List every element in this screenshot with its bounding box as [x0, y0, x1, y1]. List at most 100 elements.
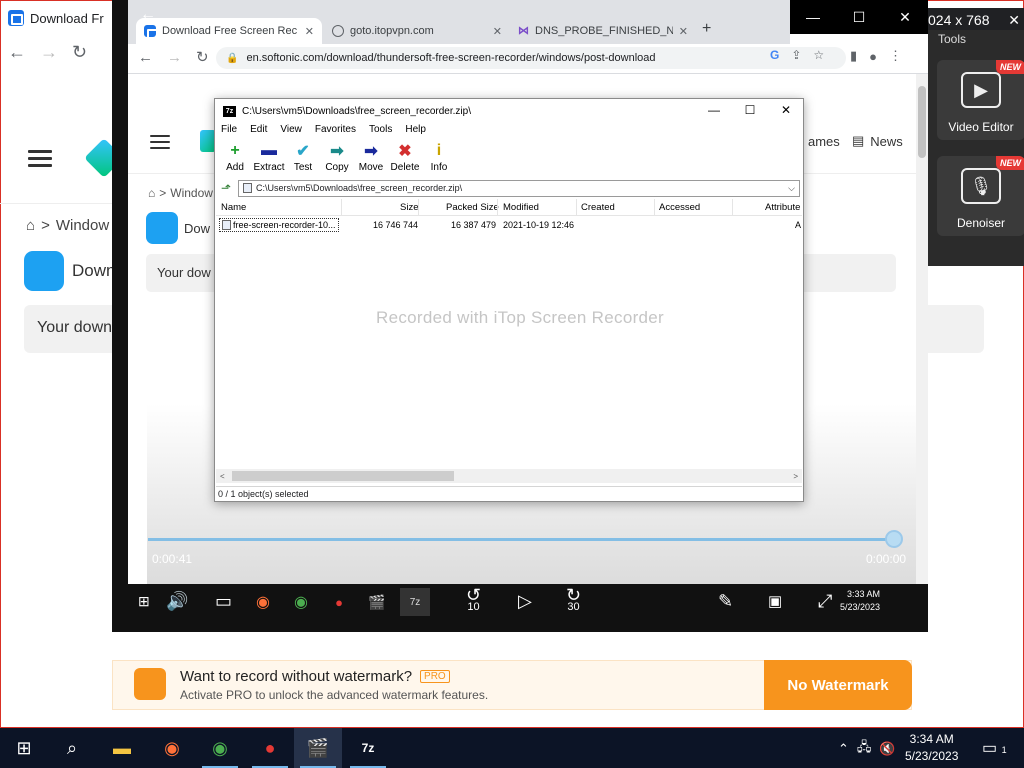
maximize-icon[interactable]: ☐	[836, 0, 882, 34]
minimize-icon[interactable]: —	[696, 99, 732, 121]
chrome-tab-itopvpn[interactable]: goto.itopvpn.com ✕	[324, 18, 510, 44]
chevron-down-icon[interactable]: ⌵	[788, 183, 795, 194]
background-hamburger-icon[interactable]	[28, 150, 52, 168]
player-back-arrow-icon[interactable]: ←	[140, 6, 156, 24]
promo-watermark-icon	[134, 668, 166, 700]
toolbar-copy-button[interactable]: ➡ Copy	[320, 140, 354, 173]
url-text: en.softonic.com/download/thundersoft-fre…	[246, 52, 656, 64]
tab-close-icon[interactable]: ✕	[305, 25, 314, 38]
col-name[interactable]: Name	[221, 202, 246, 213]
new-tab-button[interactable]: +	[702, 20, 711, 38]
fullscreen-icon[interactable]: ⤢	[818, 586, 832, 616]
volume-icon[interactable]: 🔊	[166, 586, 188, 616]
col-size[interactable]: Size	[400, 202, 418, 213]
menu-help[interactable]: Help	[405, 124, 426, 135]
seek-handle[interactable]	[885, 530, 903, 548]
minimize-icon[interactable]: —	[790, 0, 836, 34]
kebab-menu-icon[interactable]: ⋮	[889, 48, 902, 64]
taskbar-clock[interactable]: 3:34 AM 5/23/2023	[905, 731, 958, 765]
background-breadcrumb: ⌂ > Window	[26, 217, 110, 234]
no-watermark-button[interactable]: No Watermark	[764, 660, 912, 710]
reload-icon[interactable]: ↻	[196, 48, 209, 66]
profile-icon[interactable]: ●	[869, 49, 877, 64]
bookmark-star-icon[interactable]: ☆	[813, 48, 824, 62]
col-modified[interactable]: Modified	[503, 202, 539, 213]
close-icon[interactable]: ✕	[1008, 12, 1020, 29]
play-button[interactable]: ▷	[518, 586, 532, 616]
toolbar-extract-button[interactable]: ▬ Extract	[252, 140, 286, 173]
sevenzip-scroll-thumb[interactable]	[232, 471, 454, 481]
info-icon: i	[436, 142, 442, 159]
rewind-10-button[interactable]: ↺ 10	[466, 586, 481, 616]
windows-start-button[interactable]: ⊞	[0, 728, 48, 768]
maximize-icon[interactable]: ☐	[732, 99, 768, 121]
new-badge: NEW	[996, 60, 1024, 74]
col-attribute[interactable]: Attribute	[765, 202, 800, 213]
scroll-left-icon[interactable]: <	[220, 472, 225, 481]
table-row[interactable]: free-screen-recorder-10... 16 746 744 16…	[216, 218, 802, 232]
home-icon[interactable]: ⌂	[148, 186, 155, 200]
toolbar-add-button[interactable]: + Add	[218, 140, 252, 173]
inner-nav-games[interactable]: ames	[808, 134, 840, 149]
search-icon[interactable]: ⌕	[48, 728, 96, 768]
player-window-controls: — ☐ ✕	[790, 0, 928, 34]
toolbar-test-button[interactable]: ✔ Test	[286, 140, 320, 173]
speaker-muted-icon[interactable]: 🔇	[879, 741, 895, 757]
inner-recorder-icon: ●	[335, 594, 343, 610]
chevron-up-icon[interactable]: ⌃	[838, 741, 849, 757]
screenshot-icon[interactable]: ▣	[768, 586, 782, 616]
scroll-right-icon[interactable]: >	[793, 472, 798, 481]
screen-recorder-icon[interactable]: ●	[246, 728, 294, 768]
inner-hamburger-icon[interactable]	[150, 135, 170, 151]
back-arrow-icon[interactable]: ←	[138, 49, 153, 66]
home-icon[interactable]: ⌂	[26, 217, 35, 234]
subtitles-icon[interactable]: ▭	[215, 586, 232, 616]
file-size-cell: 16 746 744	[373, 220, 419, 230]
pencil-edit-icon[interactable]: ✎	[718, 586, 733, 616]
menu-favorites[interactable]: Favorites	[315, 124, 356, 135]
sevenzip-taskbar-icon[interactable]: 7z	[344, 728, 392, 768]
seek-bar[interactable]	[148, 538, 896, 541]
lock-icon[interactable]: 🔒	[226, 53, 238, 64]
chrome-tab-dns-error[interactable]: ⋈ DNS_PROBE_FINISHED_NXDOM ✕	[510, 18, 696, 44]
menu-tools[interactable]: Tools	[369, 124, 392, 135]
toolbar-move-button[interactable]: ➡ Move	[354, 140, 388, 173]
google-icon[interactable]: G	[770, 48, 779, 62]
col-accessed[interactable]: Accessed	[659, 202, 700, 213]
close-icon[interactable]: ✕	[768, 99, 804, 121]
forward-30-button[interactable]: ↻ 30	[566, 586, 581, 616]
folder-up-icon[interactable]: ⬏	[218, 181, 234, 195]
video-editor-tool[interactable]: NEW ▶ Video Editor	[937, 60, 1024, 140]
toolbar-info-button[interactable]: i Info	[422, 140, 456, 173]
reload-icon[interactable]: ↻	[72, 42, 87, 63]
chrome-icon[interactable]: ◉	[196, 728, 244, 768]
forward-arrow-icon[interactable]: →	[167, 49, 182, 66]
video-player-icon[interactable]: 🎬	[294, 728, 342, 768]
menu-file[interactable]: File	[221, 124, 237, 135]
side-panel-icon[interactable]: ▮	[850, 48, 857, 64]
denoiser-tool[interactable]: NEW 🎙 Denoiser	[937, 156, 1024, 236]
col-created[interactable]: Created	[581, 202, 615, 213]
inner-nav-news[interactable]: ▤ News	[852, 133, 903, 149]
chrome-address-bar[interactable]: 🔒 en.softonic.com/download/thundersoft-f…	[216, 47, 846, 69]
col-packed-size[interactable]: Packed Size	[446, 202, 499, 213]
notification-icon[interactable]: ▭ 1	[982, 738, 1007, 758]
menu-view[interactable]: View	[280, 124, 302, 135]
firefox-icon[interactable]: ◉	[148, 728, 196, 768]
sevenzip-address-row: ⬏ C:\Users\vm5\Downloads\free_screen_rec…	[218, 179, 802, 197]
forward-arrow-icon[interactable]: →	[40, 42, 58, 63]
chrome-tab-download[interactable]: Download Free Screen Recorder ✕	[136, 18, 322, 44]
file-name-cell[interactable]: free-screen-recorder-10...	[219, 218, 339, 232]
file-explorer-icon[interactable]: ▬	[98, 728, 146, 768]
menu-edit[interactable]: Edit	[250, 124, 267, 135]
network-icon[interactable]: 🖧	[857, 738, 872, 760]
tab-close-icon[interactable]: ✕	[493, 25, 502, 38]
close-icon[interactable]: ✕	[882, 0, 928, 34]
share-icon[interactable]: ⇪	[791, 48, 801, 62]
sevenzip-address-field[interactable]: C:\Users\vm5\Downloads\free_screen_recor…	[238, 179, 800, 197]
back-arrow-icon[interactable]: ←	[8, 42, 26, 63]
delete-x-icon: ✖	[398, 143, 412, 160]
tab-close-icon[interactable]: ✕	[679, 25, 688, 38]
toolbar-delete-button[interactable]: ✖ Delete	[388, 140, 422, 173]
inner-page-scroll-thumb[interactable]	[918, 86, 926, 158]
